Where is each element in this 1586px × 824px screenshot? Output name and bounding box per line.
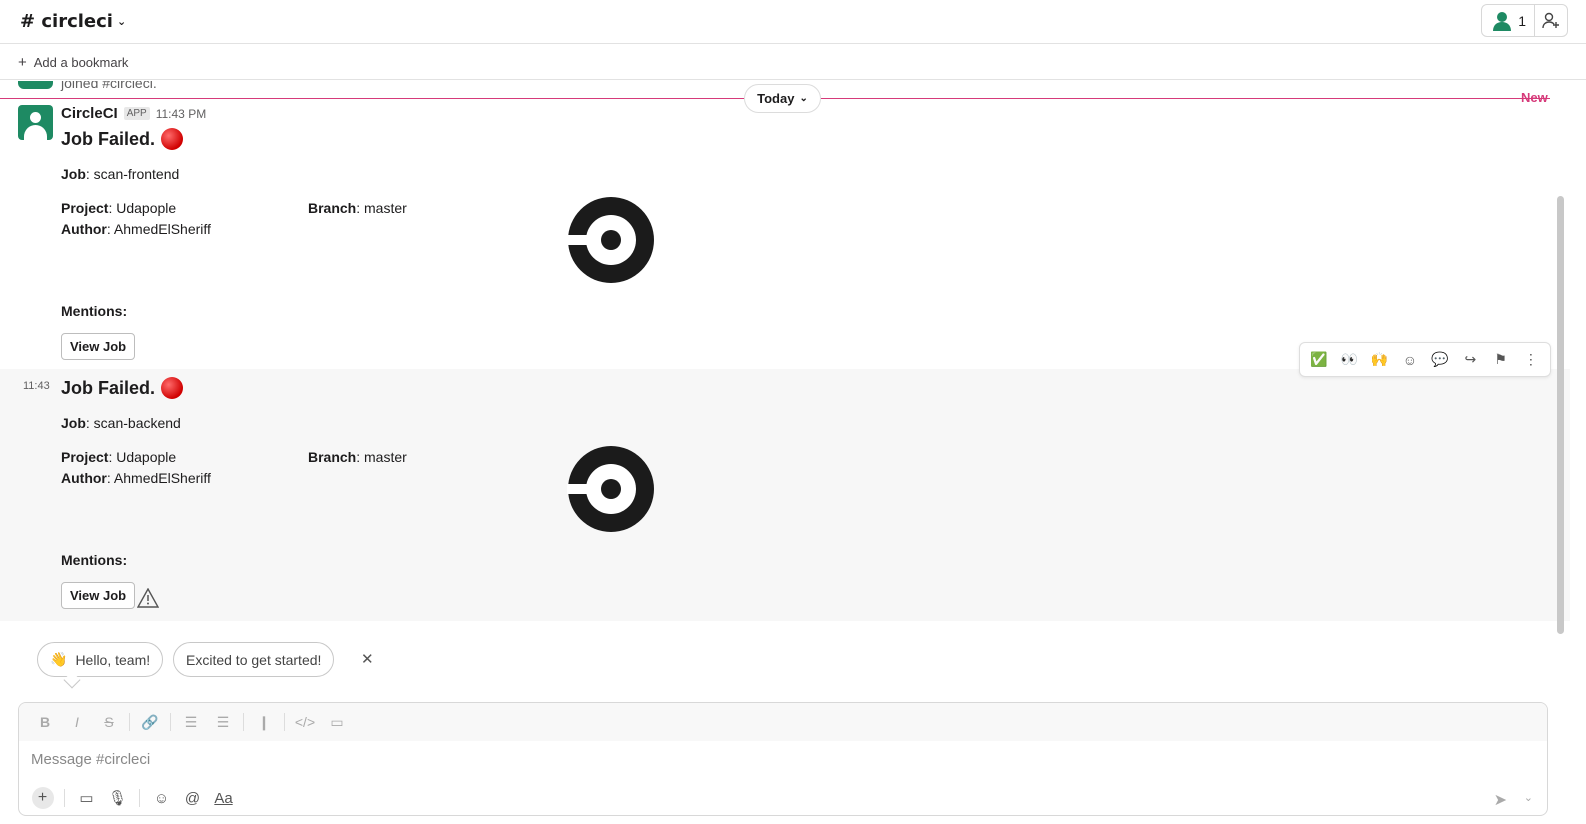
message-title: Job Failed.: [61, 128, 184, 150]
author-value: AhmedElSheriff: [113, 221, 211, 237]
message: CircleCI APP 11:43 PM Job Failed. Job: s…: [0, 81, 1570, 369]
view-job-button[interactable]: View Job: [61, 582, 136, 609]
add-user-icon: [1542, 12, 1559, 28]
channel-header: # circleci ⌄ 1: [0, 0, 1586, 44]
avatar[interactable]: [18, 105, 53, 140]
mention-icon[interactable]: @: [177, 786, 208, 810]
circleci-logo-icon: [567, 446, 654, 532]
bookmarks-bar: + Add a bookmark: [0, 45, 1586, 80]
add-member-button[interactable]: [1535, 5, 1567, 36]
project-value: Udapople: [116, 449, 177, 465]
member-avatar-icon: [1493, 11, 1512, 31]
plus-icon: +: [31, 787, 54, 809]
microphone-icon[interactable]: 🎙: [102, 786, 133, 810]
format-toolbar: B I S 🔗 ☰ ☰ ❙ </> ▭: [19, 703, 1547, 741]
app-badge: APP: [123, 107, 150, 120]
job-line: Job: scan-backend: [61, 415, 181, 431]
title-text: Job Failed.: [61, 377, 156, 398]
branch-line: Branch: master: [308, 200, 407, 216]
attach-button[interactable]: +: [27, 786, 58, 810]
branch-value: master: [364, 200, 407, 216]
project-value: Udapople: [116, 200, 177, 216]
project-line: Project: Udapople: [61, 449, 177, 465]
suggestion-label: Excited to get started!: [186, 651, 322, 668]
video-icon[interactable]: ▭: [71, 786, 102, 810]
white-check-mark-emoji[interactable]: ✅: [1306, 347, 1332, 373]
code-block-icon[interactable]: ▭: [321, 714, 353, 731]
members-group: 1: [1481, 4, 1568, 37]
warning-icon[interactable]: [137, 588, 159, 608]
message-timestamp[interactable]: 11:43 PM: [156, 107, 206, 121]
author-label: Author: [61, 470, 107, 486]
message: 11:43 Job Failed. Job: scan-backend Proj…: [0, 369, 1570, 621]
strikethrough-icon[interactable]: S: [93, 714, 125, 730]
reply-thread-icon[interactable]: 💬: [1427, 347, 1453, 373]
suggestion-label: Hello, team!: [75, 651, 151, 668]
view-job-button[interactable]: View Job: [61, 333, 136, 360]
sender-name[interactable]: CircleCI: [61, 105, 118, 122]
author-label: Author: [61, 221, 107, 237]
branch-value: master: [364, 449, 407, 465]
channel-name: # circleci: [20, 11, 113, 32]
mentions-label: Mentions:: [61, 552, 128, 568]
add-bookmark-button[interactable]: Add a bookmark: [34, 55, 129, 70]
composer-actions: + ▭ 🎙 ☺ @ Aa: [27, 786, 239, 810]
more-icon[interactable]: ⋮: [1518, 347, 1544, 373]
send-icon[interactable]: ➤: [1494, 790, 1507, 810]
message-composer: B I S 🔗 ☰ ☰ ❙ </> ▭ Message #circleci + …: [18, 702, 1548, 816]
chevron-down-icon: ⌄: [116, 15, 127, 28]
format-toggle-button[interactable]: Aa: [208, 786, 239, 810]
suggestion-excited[interactable]: Excited to get started!: [173, 642, 335, 677]
job-label: Job: [61, 415, 86, 431]
plus-icon: +: [18, 53, 27, 71]
eyes-emoji[interactable]: 👀: [1336, 347, 1362, 373]
red-circle-emoji: [161, 128, 184, 150]
message-actions-toolbar: ✅ 👀 🙌 ☺ 💬 ↪ ⚑ ⋮: [1299, 342, 1551, 377]
channel-name-button[interactable]: # circleci ⌄: [20, 11, 126, 32]
scrollbar[interactable]: [1557, 196, 1564, 634]
job-label: Job: [61, 166, 86, 182]
raised-hands-emoji[interactable]: 🙌: [1367, 347, 1393, 373]
bookmark-icon[interactable]: ⚑: [1488, 347, 1514, 373]
message-input[interactable]: Message #circleci: [31, 751, 150, 768]
close-icon[interactable]: ✕: [361, 650, 374, 668]
code-icon[interactable]: </>: [289, 714, 321, 730]
italic-icon[interactable]: I: [61, 714, 93, 730]
ordered-list-icon[interactable]: ☰: [175, 714, 207, 731]
blockquote-icon[interactable]: ❙: [248, 714, 280, 731]
share-icon[interactable]: ↪: [1457, 347, 1483, 373]
author-line: Author: AhmedElSheriff: [61, 470, 211, 486]
suggestion-hello[interactable]: 👋 Hello, team!: [37, 642, 164, 677]
title-text: Job Failed.: [61, 128, 156, 149]
job-value: scan-frontend: [93, 166, 180, 182]
chevron-down-icon[interactable]: ⌄: [1524, 791, 1533, 804]
red-circle-emoji: [161, 377, 184, 399]
members-button[interactable]: 1: [1482, 5, 1535, 36]
mentions-label: Mentions:: [61, 303, 128, 319]
link-icon[interactable]: 🔗: [134, 714, 166, 731]
message-timestamp[interactable]: 11:43: [23, 380, 50, 392]
project-line: Project: Udapople: [61, 200, 177, 216]
emoji-icon[interactable]: ☺: [146, 786, 177, 810]
author-line: Author: AhmedElSheriff: [61, 221, 211, 237]
add-reaction-icon[interactable]: ☺: [1397, 347, 1423, 373]
author-value: AhmedElSheriff: [113, 470, 211, 486]
bold-icon[interactable]: B: [29, 714, 61, 730]
job-line: Job: scan-frontend: [61, 166, 180, 182]
bulleted-list-icon[interactable]: ☰: [207, 714, 239, 731]
members-count: 1: [1518, 12, 1526, 29]
branch-label: Branch: [308, 200, 357, 216]
branch-label: Branch: [308, 449, 357, 465]
message-title: Job Failed.: [61, 377, 184, 399]
project-label: Project: [61, 200, 109, 216]
circleci-logo-icon: [567, 197, 654, 283]
message-sender: CircleCI APP 11:43 PM: [61, 105, 206, 122]
waving-hand-emoji: 👋: [50, 651, 68, 667]
branch-line: Branch: master: [308, 449, 407, 465]
project-label: Project: [61, 449, 109, 465]
job-value: scan-backend: [93, 415, 181, 431]
